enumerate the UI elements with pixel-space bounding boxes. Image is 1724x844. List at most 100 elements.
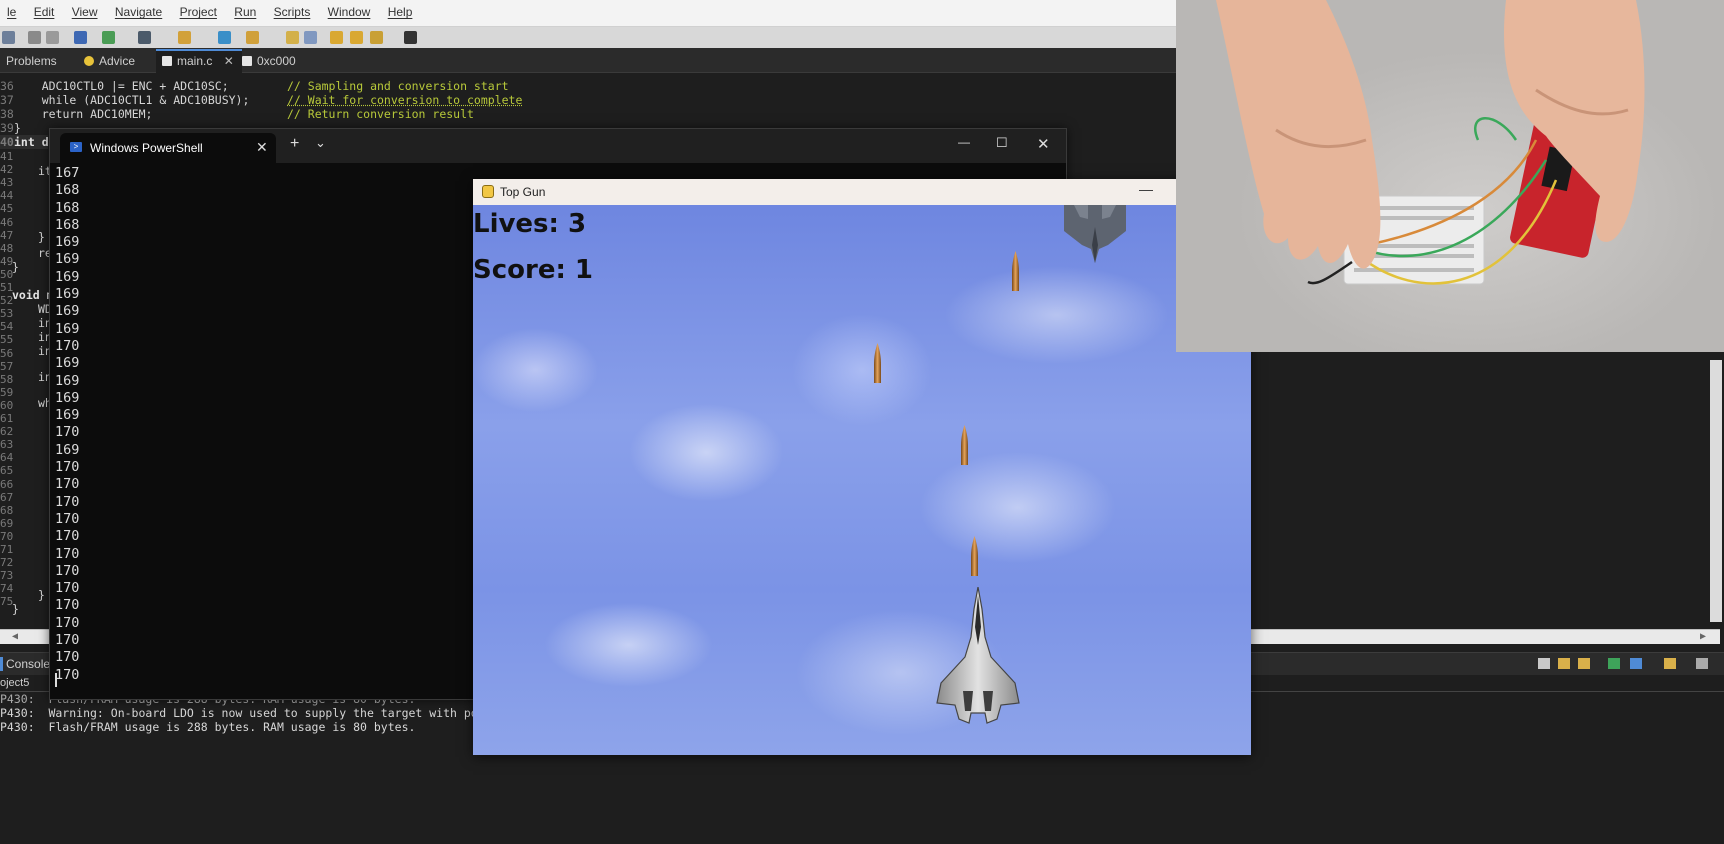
tab-main-c[interactable]: main.c ✕ bbox=[156, 49, 242, 73]
back-icon[interactable] bbox=[370, 31, 383, 44]
new-file-icon[interactable] bbox=[2, 31, 15, 44]
line-number: 56 bbox=[0, 346, 14, 360]
editor-vertical-scrollbar[interactable] bbox=[1710, 360, 1722, 622]
line-number: 71 bbox=[0, 543, 14, 556]
prev-annotation-icon[interactable] bbox=[330, 31, 343, 44]
tab-problems[interactable]: Problems bbox=[0, 51, 63, 71]
terminal-line: 170 bbox=[55, 614, 80, 631]
game-minimize-button[interactable]: — bbox=[1139, 181, 1153, 197]
line-number: 47 bbox=[0, 228, 14, 242]
terminal-line: 170 bbox=[55, 337, 80, 354]
line-number: 66 bbox=[0, 477, 14, 491]
menu-project[interactable]: Project bbox=[173, 0, 224, 19]
line-number: 51 bbox=[0, 281, 14, 294]
line-number: 36 bbox=[0, 79, 14, 93]
game-canvas[interactable]: Lives: 3 Score: 1 bbox=[473, 205, 1251, 755]
webcam-overlay bbox=[1176, 0, 1724, 352]
menu-help[interactable]: Help bbox=[381, 0, 420, 19]
close-icon[interactable]: ✕ bbox=[224, 54, 234, 68]
menu-view[interactable]: View bbox=[65, 0, 105, 19]
refresh-icon[interactable] bbox=[218, 31, 231, 44]
menu-scripts[interactable]: Scripts bbox=[267, 0, 318, 19]
score-label: Score: 1 bbox=[473, 255, 593, 285]
line-number: 73 bbox=[0, 569, 14, 583]
pygame-icon bbox=[482, 185, 494, 198]
bullet-icon bbox=[1012, 251, 1019, 291]
menu-window[interactable]: Window bbox=[321, 0, 378, 19]
line-number: 74 bbox=[0, 582, 14, 596]
console-project-name: oject5 bbox=[0, 677, 30, 689]
c-file-icon bbox=[162, 56, 172, 66]
tab-label: main.c bbox=[177, 54, 213, 68]
scroll-lock-icon[interactable] bbox=[1558, 658, 1570, 669]
close-tab-icon[interactable]: ✕ bbox=[256, 139, 268, 156]
menu-run[interactable]: Run bbox=[227, 0, 263, 19]
terminal-line: 170 bbox=[55, 597, 80, 614]
terminal-line: 170 bbox=[55, 510, 80, 527]
code-fragment: } bbox=[38, 230, 45, 244]
build-icon[interactable] bbox=[74, 31, 87, 44]
line-number: 62 bbox=[0, 425, 14, 439]
terminal-line: 168 bbox=[55, 182, 80, 199]
top-gun-window[interactable]: Top Gun — Lives: 3 Score: 1 bbox=[473, 179, 1251, 755]
code-text: while (ADC10CTL1 & ADC10BUSY); bbox=[14, 93, 250, 107]
tab-advice[interactable]: Advice bbox=[78, 51, 141, 71]
menu-file[interactable]: le bbox=[0, 0, 23, 19]
tab-console[interactable]: Console bbox=[6, 657, 50, 671]
menu-edit[interactable]: Edit bbox=[27, 0, 62, 19]
pin-console-icon[interactable] bbox=[1578, 658, 1590, 669]
terminal-line: 169 bbox=[55, 234, 80, 251]
flash-icon[interactable] bbox=[138, 31, 151, 44]
forward-icon[interactable] bbox=[404, 31, 417, 44]
terminal-line: 170 bbox=[55, 562, 80, 579]
line-number: 65 bbox=[0, 464, 14, 478]
terminal-line: 170 bbox=[55, 459, 80, 476]
debug-icon[interactable] bbox=[102, 31, 115, 44]
close-button[interactable]: ✕ bbox=[1037, 135, 1050, 153]
menu-navigate[interactable]: Navigate bbox=[108, 0, 169, 19]
line-number: 68 bbox=[0, 503, 14, 517]
scroll-left-icon[interactable]: ◀ bbox=[12, 631, 18, 642]
scroll-right-icon[interactable]: ▶ bbox=[1700, 631, 1706, 642]
line-number: 40 bbox=[0, 135, 14, 149]
terminal-cursor bbox=[55, 673, 57, 687]
step-icon[interactable] bbox=[286, 31, 299, 44]
new-tab-button[interactable]: + bbox=[290, 135, 299, 153]
lives-label: Lives: 3 bbox=[473, 209, 587, 239]
code-fragment: } bbox=[12, 260, 19, 274]
line-number: 70 bbox=[0, 529, 14, 543]
line-number: 61 bbox=[0, 412, 14, 425]
code-line: 37 while (ADC10CTL1 & ADC10BUSY); // Wait… bbox=[0, 93, 522, 107]
terminal-line: 169 bbox=[55, 355, 80, 372]
tab-0xc000[interactable]: 0xc000 bbox=[236, 51, 302, 71]
powershell-tab[interactable]: > Windows PowerShell ✕ bbox=[60, 133, 276, 163]
terminal-line: 169 bbox=[55, 320, 80, 337]
game-titlebar: Top Gun — bbox=[473, 179, 1251, 205]
window-icon[interactable] bbox=[304, 31, 317, 44]
edit-icon[interactable] bbox=[246, 31, 259, 44]
tool-icon[interactable] bbox=[178, 31, 191, 44]
ide-view-tabs: Problems Advice main.c ✕ 0xc000 bbox=[0, 48, 1176, 73]
code-fragment: } bbox=[38, 588, 45, 602]
terminal-line: 168 bbox=[55, 216, 80, 233]
save-icon[interactable] bbox=[28, 31, 41, 44]
line-number: 46 bbox=[0, 215, 14, 229]
tab-dropdown-icon[interactable]: ⌄ bbox=[315, 135, 326, 151]
clear-console-icon[interactable] bbox=[1538, 658, 1550, 669]
display-console-icon[interactable] bbox=[1608, 658, 1620, 669]
new-console-icon[interactable] bbox=[1630, 658, 1642, 669]
powershell-tab-title: Windows PowerShell bbox=[90, 141, 203, 155]
memory-icon bbox=[242, 56, 252, 66]
minimize-button[interactable]: — bbox=[958, 135, 970, 149]
game-title: Top Gun bbox=[500, 185, 546, 199]
save-all-icon[interactable] bbox=[46, 31, 59, 44]
minimize-view-icon[interactable] bbox=[1696, 658, 1708, 669]
open-console-icon[interactable] bbox=[1664, 658, 1676, 669]
bullet-icon bbox=[874, 343, 881, 383]
maximize-button[interactable]: ☐ bbox=[996, 135, 1008, 151]
code-comment: // Return conversion result bbox=[287, 107, 474, 121]
next-annotation-icon[interactable] bbox=[350, 31, 363, 44]
terminal-line: 169 bbox=[55, 268, 80, 285]
terminal-line: 168 bbox=[55, 199, 80, 216]
enemy-jet-icon bbox=[1064, 205, 1126, 263]
